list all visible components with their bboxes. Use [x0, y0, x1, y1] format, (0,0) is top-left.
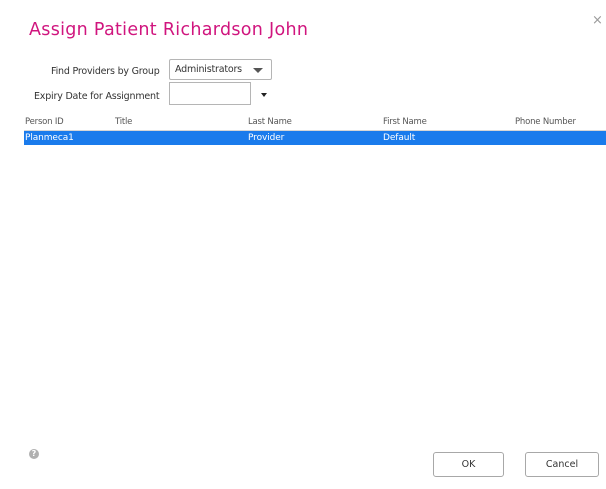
date-dropdown-icon[interactable] — [261, 93, 267, 97]
table-header: Person ID Title Last Name First Name Pho… — [24, 114, 606, 131]
close-icon[interactable]: × — [592, 14, 603, 27]
column-last-name[interactable]: Last Name — [248, 117, 292, 127]
cancel-button[interactable]: Cancel — [525, 452, 599, 477]
expiry-label: Expiry Date for Assignment — [34, 91, 160, 102]
group-select[interactable]: Administrators — [169, 59, 272, 80]
cell-person-id: Planmeca1 — [25, 133, 74, 143]
providers-table: Person ID Title Last Name First Name Pho… — [24, 114, 606, 145]
column-phone-number[interactable]: Phone Number — [515, 117, 576, 127]
ok-button[interactable]: OK — [433, 452, 504, 477]
cell-last-name: Provider — [248, 133, 285, 143]
column-title[interactable]: Title — [115, 117, 132, 127]
cell-first-name: Default — [383, 133, 416, 143]
expiry-date-input[interactable] — [169, 82, 251, 105]
group-select-value: Administrators — [175, 64, 242, 75]
table-row[interactable]: Planmeca1 Provider Default — [24, 131, 606, 145]
chevron-down-icon — [253, 68, 263, 73]
column-person-id[interactable]: Person ID — [25, 117, 64, 127]
dialog-title: Assign Patient Richardson John — [29, 20, 309, 40]
assign-patient-dialog: × Assign Patient Richardson John Find Pr… — [0, 0, 606, 489]
column-first-name[interactable]: First Name — [383, 117, 427, 127]
help-icon[interactable]: ? — [29, 449, 39, 459]
group-label: Find Providers by Group — [51, 66, 160, 77]
